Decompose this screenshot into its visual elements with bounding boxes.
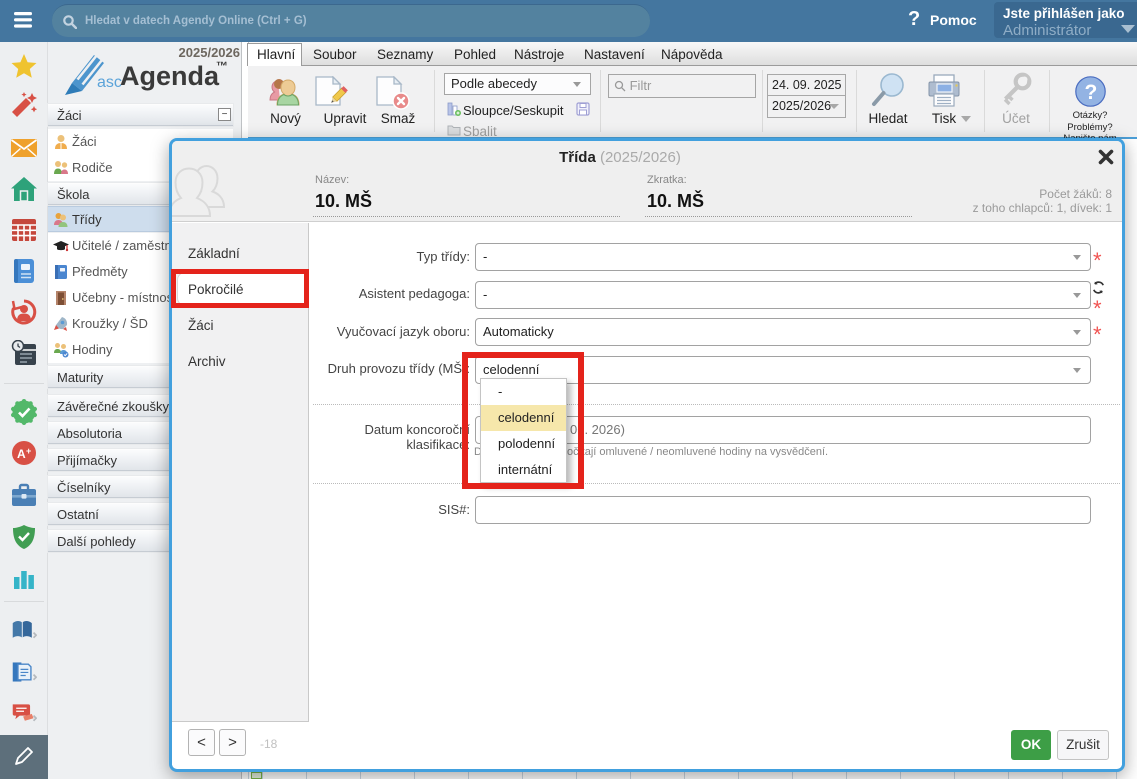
- svg-text:+: +: [26, 446, 31, 456]
- svg-text:?: ?: [1085, 81, 1098, 104]
- svg-text:A: A: [17, 447, 26, 461]
